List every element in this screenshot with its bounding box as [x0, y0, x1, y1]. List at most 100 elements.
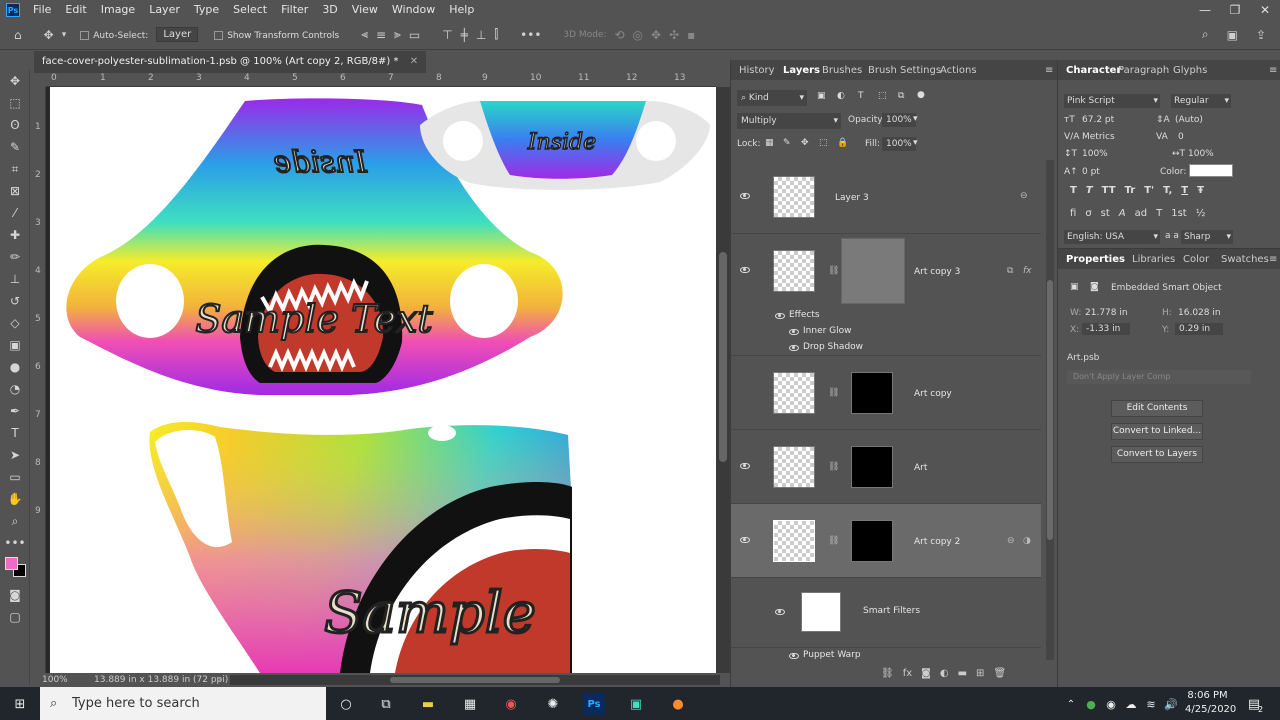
crop-tool-icon[interactable]: ⌗ — [0, 158, 30, 180]
quick-select-tool-icon[interactable]: ✎ — [0, 136, 30, 158]
chevron-down-icon[interactable]: ▾ — [62, 30, 67, 40]
tab-actions[interactable]: Actions — [940, 60, 977, 82]
old-style-button[interactable]: σ — [1085, 208, 1091, 219]
all-caps-button[interactable]: TT — [1102, 185, 1116, 196]
y-field[interactable]: 0.29 in — [1175, 323, 1223, 335]
convert-to-linked-button[interactable]: Convert to Linked... — [1111, 423, 1203, 440]
smart-filters-row[interactable]: Smart Filters — [731, 578, 1041, 648]
visibility-eye-icon[interactable] — [789, 329, 799, 335]
layer-name[interactable]: Art — [914, 463, 927, 473]
share-icon[interactable]: ⇪ — [1256, 28, 1266, 42]
mask-link-icon[interactable]: ⛓ — [828, 388, 839, 398]
mask-link-icon[interactable]: ⛓ — [828, 536, 839, 546]
filter-toggle-icon[interactable]: ● — [917, 90, 925, 100]
menu-layer[interactable]: Layer — [142, 0, 187, 20]
layer-name[interactable]: Art copy 3 — [914, 267, 960, 277]
delete-layer-icon[interactable]: 🗑 — [993, 668, 1006, 684]
strikethrough-button[interactable]: Ŧ — [1197, 185, 1204, 196]
chevron-down-icon[interactable]: ▾ — [913, 114, 918, 124]
firefox-icon[interactable]: ● — [667, 693, 689, 715]
healing-tool-icon[interactable]: ✚ — [0, 224, 30, 246]
underline-button[interactable]: T — [1181, 185, 1188, 196]
visibility-eye-icon[interactable] — [775, 313, 785, 319]
menu-edit[interactable]: Edit — [58, 0, 93, 20]
faux-italic-button[interactable]: T — [1086, 185, 1093, 196]
tab-layers[interactable]: Layers — [783, 60, 820, 82]
screen-mode-icon[interactable]: ▢ — [0, 606, 30, 628]
3d-slide-icon[interactable]: ✣ — [669, 28, 679, 42]
minimize-icon[interactable]: — — [1190, 3, 1220, 17]
subscript-button[interactable]: T, — [1163, 185, 1172, 196]
font-family-dropdown[interactable]: Pink Script ▾ — [1064, 94, 1160, 108]
antialias-dropdown[interactable]: Sharp ▾ — [1181, 230, 1233, 244]
align-middle-icon[interactable]: ╪ — [461, 28, 468, 42]
scroll-thumb[interactable] — [390, 677, 560, 683]
layer-row-layer-3[interactable]: Layer 3 ⊖ — [731, 160, 1041, 234]
faux-bold-button[interactable]: T — [1070, 185, 1077, 196]
restore-icon[interactable]: ❐ — [1220, 3, 1250, 17]
path-select-tool-icon[interactable]: ➤ — [0, 444, 30, 466]
tab-brush-settings[interactable]: Brush Settings — [868, 60, 941, 82]
foreground-color-swatch[interactable] — [5, 557, 18, 570]
blend-mode-dropdown[interactable]: Multiply ▾ — [737, 113, 841, 129]
visibility-eye-icon[interactable] — [775, 609, 785, 615]
history-brush-tool-icon[interactable]: ↺ — [0, 290, 30, 312]
effects-fx-icon[interactable]: fx — [1023, 266, 1032, 276]
tab-character[interactable]: Character — [1066, 60, 1121, 82]
convert-to-layers-button[interactable]: Convert to Layers — [1111, 446, 1203, 463]
document-canvas[interactable]: Sample Text Inside Inside Sample — [50, 87, 716, 673]
font-size-field[interactable]: 67.2 pt — [1082, 115, 1114, 125]
show-hidden-icons-icon[interactable]: ⌃ — [1060, 693, 1082, 715]
move-tool-icon[interactable]: ✥ — [44, 28, 54, 42]
stylistic-alternates-button[interactable]: ad — [1135, 208, 1147, 219]
x-field[interactable]: -1.33 in — [1082, 323, 1130, 335]
status-chevron-icon[interactable]: › — [218, 673, 222, 687]
canvas-horizontal-scrollbar[interactable] — [230, 675, 720, 685]
small-caps-button[interactable]: Tr — [1125, 185, 1136, 196]
new-group-icon[interactable]: ▬ — [958, 668, 967, 684]
swash-button[interactable]: A — [1119, 208, 1126, 219]
effect-item[interactable]: Drop Shadow — [803, 342, 863, 352]
horizontal-scale-field[interactable]: 100% — [1188, 149, 1214, 159]
fill-field[interactable]: 100% — [882, 137, 916, 151]
opacity-field[interactable]: 100% — [882, 113, 916, 127]
panel-menu-icon[interactable]: ≡ — [1269, 60, 1277, 82]
transform-controls-checkbox[interactable]: Show Transform Controls — [214, 28, 339, 41]
visibility-eye-icon[interactable] — [789, 653, 799, 659]
chevron-down-icon[interactable]: ▾ — [913, 138, 918, 148]
layer-name[interactable]: Art copy — [914, 389, 952, 399]
app-icon[interactable]: ✺ — [542, 693, 564, 715]
tab-properties[interactable]: Properties — [1066, 249, 1125, 271]
filter-shape-icon[interactable]: ⬚ — [878, 91, 887, 101]
cortana-icon[interactable]: ○ — [335, 693, 357, 715]
filter-adjustment-icon[interactable]: ◐ — [837, 91, 845, 101]
zoom-level[interactable]: 100% — [42, 673, 68, 687]
tray-app-icon[interactable]: ● — [1080, 693, 1102, 715]
edit-toolbar-icon[interactable]: ••• — [0, 532, 30, 554]
scroll-thumb[interactable] — [719, 252, 727, 462]
menu-3d[interactable]: 3D — [315, 0, 344, 20]
tracking-field[interactable]: 0 — [1178, 132, 1184, 142]
3d-orbit-icon[interactable]: ⟲ — [614, 28, 624, 42]
menu-select[interactable]: Select — [226, 0, 274, 20]
zoom-tool-icon[interactable]: ⌕ — [0, 510, 30, 532]
titling-alternates-button[interactable]: T — [1156, 208, 1162, 219]
font-style-dropdown[interactable]: Regular ▾ — [1171, 94, 1231, 108]
visibility-eye-icon[interactable] — [740, 463, 750, 469]
distribute-vertical-icon[interactable]: ⫿ — [494, 27, 498, 42]
cloud-icon[interactable]: ☁ — [1120, 693, 1142, 715]
layer-comp-dropdown[interactable]: Don't Apply Layer Comp — [1067, 370, 1251, 384]
menu-type[interactable]: Type — [187, 0, 226, 20]
height-field[interactable]: 16.028 in — [1178, 308, 1221, 318]
menu-file[interactable]: File — [26, 0, 58, 20]
3d-pan-icon[interactable]: ✥ — [651, 28, 661, 42]
color-swatches[interactable] — [0, 554, 30, 584]
lock-position-icon[interactable]: ✥ — [801, 138, 809, 148]
text-color-swatch[interactable] — [1189, 164, 1233, 177]
menu-view[interactable]: View — [345, 0, 385, 20]
align-right-icon[interactable]: ⫸ — [394, 27, 401, 42]
ligatures-button[interactable]: fi — [1070, 208, 1076, 219]
smart-filter-icon[interactable]: ◑ — [1023, 536, 1031, 546]
eyedropper-tool-icon[interactable]: ⁄ — [0, 202, 30, 224]
clock[interactable]: 8:06 PM 4/25/2020 — [1185, 689, 1236, 717]
